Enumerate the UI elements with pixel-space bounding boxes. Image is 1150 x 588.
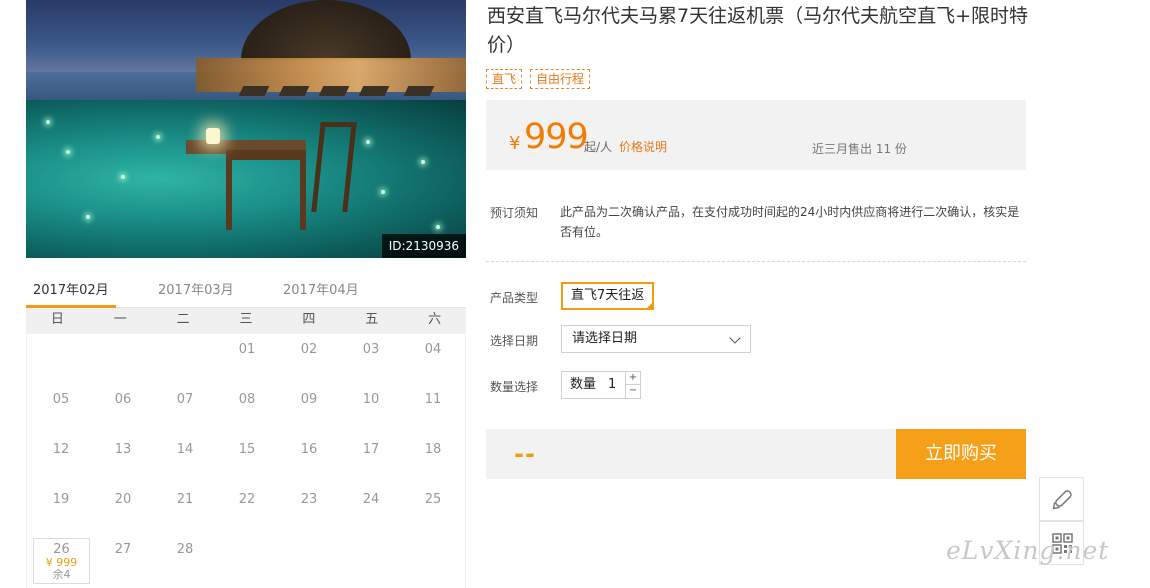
calendar-day[interactable]: 12 — [30, 434, 92, 484]
weekday-label: 四 — [302, 312, 316, 327]
product-type-option[interactable]: 直飞7天往返 — [561, 282, 655, 310]
calendar-day[interactable]: 24 — [340, 484, 402, 534]
candle-light — [206, 128, 220, 144]
calendar-day[interactable]: 21 — [154, 484, 216, 534]
thatched-roof — [241, 0, 411, 60]
pool-light — [156, 135, 160, 139]
weekday-label: 三 — [239, 312, 253, 327]
weekday-label: 二 — [176, 312, 190, 327]
calendar-day[interactable]: 19 — [30, 484, 92, 534]
lounge-chair — [238, 86, 270, 96]
date-select[interactable]: 请选择日期 — [561, 325, 751, 353]
weekday-header: 日 一 二 三 四 五 六 — [26, 308, 466, 334]
pool-light — [421, 160, 425, 164]
sold-count: 近三月售出 11 份 — [812, 142, 907, 156]
calendar-day[interactable]: 17 — [340, 434, 402, 484]
quantity-value[interactable]: 1 — [608, 372, 616, 398]
calendar-day[interactable]: 06 — [92, 384, 154, 434]
calendar-day[interactable]: 26 ¥ 999 余4 — [33, 538, 90, 584]
pool-light — [436, 225, 440, 229]
tag-direct-flight: 直飞 — [486, 69, 523, 89]
weekday-label: 一 — [113, 312, 127, 327]
calendar-day[interactable]: 13 — [92, 434, 154, 484]
section-divider — [486, 261, 1026, 262]
product-tags: 直飞 自由行程 — [486, 69, 591, 89]
pool-light — [366, 140, 370, 144]
calendar-day[interactable]: 25 — [402, 484, 464, 534]
site-watermark: eLvXing.net — [946, 536, 1110, 565]
calendar-day[interactable]: 27 — [92, 534, 154, 584]
pool-light — [86, 215, 90, 219]
wooden-chair — [226, 150, 306, 230]
calendar-day[interactable]: 04 — [402, 334, 464, 384]
date-label: 选择日期 — [490, 334, 539, 348]
date-select-value: 请选择日期 — [572, 331, 638, 346]
weekday-label: 日 — [50, 312, 64, 327]
calendar-day[interactable]: 02 — [278, 334, 340, 384]
calendar-day[interactable]: 10 — [340, 384, 402, 434]
feedback-button[interactable] — [1039, 477, 1084, 521]
selected-check-icon — [645, 301, 655, 310]
pool-light — [121, 175, 125, 179]
calendar-day-number: 26 — [53, 542, 70, 557]
calendar-day-stock: 余4 — [52, 568, 71, 581]
calendar-day[interactable]: 11 — [402, 384, 464, 434]
quantity-prefix: 数量 — [570, 377, 597, 392]
pencil-icon — [1052, 490, 1072, 510]
lounge-chair — [278, 86, 310, 96]
buy-now-button[interactable]: 立即购买 — [896, 429, 1026, 479]
calendar-day[interactable]: 28 — [154, 534, 216, 584]
lounge-chair — [358, 86, 390, 96]
calendar-day[interactable]: 15 — [216, 434, 278, 484]
lounge-chair — [318, 86, 350, 96]
calendar-day[interactable]: 16 — [278, 434, 340, 484]
product-type-label: 产品类型 — [490, 291, 539, 305]
quantity-increment-button[interactable]: + — [625, 372, 640, 385]
price-unit: 起/人 — [584, 140, 613, 154]
notice-label: 预订须知 — [490, 206, 539, 220]
pool-light — [66, 150, 70, 154]
tag-free-itinerary: 自由行程 — [530, 69, 591, 89]
calendar-day[interactable]: 14 — [154, 434, 216, 484]
product-hero-image: ID:2130936 — [26, 0, 466, 258]
notice-text: 此产品为二次确认产品，在支付成功时间起的24小时内供应商将进行二次确认，核实是否… — [560, 205, 1020, 239]
tab-month-feb[interactable]: 2017年02月 — [33, 279, 109, 298]
calendar-day[interactable]: 22 — [216, 484, 278, 534]
price-box: ¥ 999 起/人 价格说明 近三月售出 11 份 — [486, 100, 1026, 170]
order-total: -- — [514, 440, 536, 468]
calendar-day[interactable]: 08 — [216, 384, 278, 434]
calendar-day[interactable]: 20 — [92, 484, 154, 534]
product-type-value: 直飞7天往返 — [571, 288, 645, 303]
pool-light — [381, 190, 385, 194]
weekday-label: 六 — [428, 312, 442, 327]
calendar-day[interactable]: 03 — [340, 334, 402, 384]
quantity-label: 数量选择 — [490, 380, 539, 394]
tab-month-mar[interactable]: 2017年03月 — [158, 279, 234, 298]
tab-month-apr[interactable]: 2017年04月 — [283, 279, 359, 298]
calendar-day[interactable]: 09 — [278, 384, 340, 434]
calendar-day[interactable]: 05 — [30, 384, 92, 434]
lounge-chair — [403, 86, 435, 96]
calendar-day[interactable]: 18 — [402, 434, 464, 484]
calendar-day[interactable]: 07 — [154, 384, 216, 434]
price-amount: 999 — [524, 117, 589, 157]
calendar-day[interactable]: 01 — [216, 334, 278, 384]
product-title: 西安直飞马尔代夫马累7天往返机票（马尔代夫航空直飞+限时特价） — [487, 5, 1029, 56]
calendar-grid: 01 02 03 04 05 06 07 08 09 10 11 12 13 14 15 16 17 18 19 20… — [26, 334, 466, 588]
pool-light — [46, 120, 50, 124]
currency-symbol: ¥ — [509, 133, 521, 154]
month-tabs: 2017年02月 2017年03月 2017年04月 — [26, 276, 466, 308]
calendar-day[interactable]: 23 — [278, 484, 340, 534]
chevron-down-icon — [729, 332, 741, 344]
weekday-label: 五 — [365, 312, 379, 327]
quantity-decrement-button[interactable]: − — [625, 385, 640, 398]
price-explain-link[interactable]: 价格说明 — [619, 138, 667, 155]
image-id-badge: ID:2130936 — [381, 234, 466, 258]
order-total-bar: -- — [486, 429, 896, 479]
quantity-stepper[interactable]: 数量 1 + − — [561, 371, 641, 399]
